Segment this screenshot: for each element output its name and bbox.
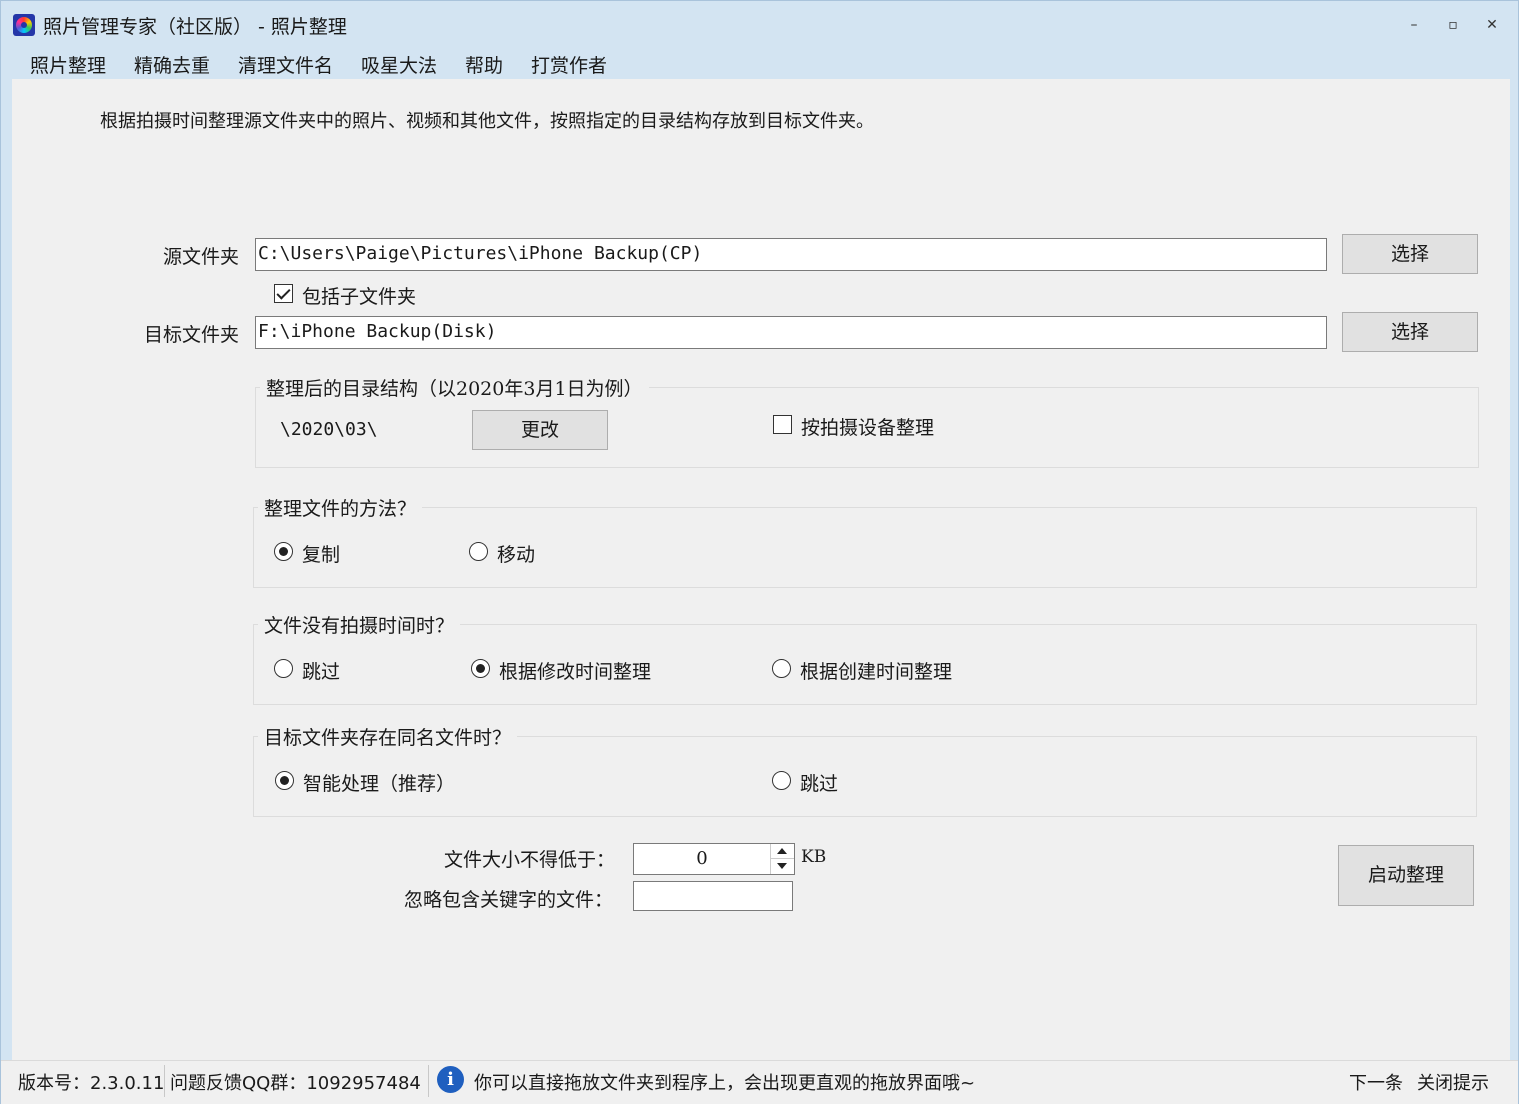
menu-clean-filenames[interactable]: 清理文件名 bbox=[238, 51, 333, 78]
method-copy-label: 复制 bbox=[302, 544, 341, 566]
method-move-radio[interactable] bbox=[469, 542, 488, 561]
change-structure-button[interactable]: 更改 bbox=[472, 410, 608, 450]
by-device-checkbox[interactable] bbox=[773, 415, 792, 434]
source-folder-input[interactable]: C:\Users\Paige\Pictures\iPhone Backup(CP… bbox=[255, 238, 1327, 271]
duplicate-group-title: 目标文件夹存在同名文件时？ bbox=[258, 723, 518, 750]
min-size-label: 文件大小不得低于： bbox=[444, 849, 616, 871]
menu-bar: 照片整理 精确去重 清理文件名 吸星大法 帮助 打赏作者 bbox=[1, 47, 1518, 79]
min-size-spinner[interactable]: 0 bbox=[633, 843, 795, 875]
close-tip-link[interactable]: 关闭提示 bbox=[1417, 1069, 1489, 1095]
min-size-unit: KB bbox=[801, 847, 827, 867]
arrow-up-icon bbox=[777, 848, 787, 854]
target-folder-input[interactable]: F:\iPhone Backup(Disk) bbox=[255, 316, 1327, 349]
no-time-created-radio[interactable] bbox=[772, 659, 791, 678]
app-logo-icon bbox=[13, 14, 35, 36]
duplicate-smart-label: 智能处理（推荐） bbox=[303, 773, 456, 795]
maximize-button[interactable]: ▫ bbox=[1435, 11, 1471, 39]
min-size-value[interactable]: 0 bbox=[634, 844, 770, 874]
ignore-keyword-input[interactable] bbox=[633, 881, 793, 911]
include-subfolders-label: 包括子文件夹 bbox=[302, 286, 417, 308]
status-bar: 版本号：2.3.0.11 问题反馈QQ群：1092957484 i 你可以直接拖… bbox=[1, 1060, 1518, 1104]
no-time-skip-label: 跳过 bbox=[302, 661, 341, 683]
target-choose-button[interactable]: 选择 bbox=[1342, 312, 1478, 352]
structure-group-title: 整理后的目录结构（以2020年3月1日为例） bbox=[260, 374, 649, 401]
no-time-modified-radio[interactable] bbox=[471, 659, 490, 678]
version-text: 版本号：2.3.0.11 bbox=[18, 1073, 165, 1094]
no-time-created-label: 根据创建时间整理 bbox=[800, 661, 953, 683]
start-organize-button[interactable]: 启动整理 bbox=[1338, 845, 1474, 906]
method-group bbox=[253, 507, 1477, 588]
source-choose-button[interactable]: 选择 bbox=[1342, 234, 1478, 274]
menu-photo-organize[interactable]: 照片整理 bbox=[30, 51, 106, 78]
method-group-title: 整理文件的方法？ bbox=[258, 494, 423, 521]
duplicate-skip-radio[interactable] bbox=[772, 771, 791, 790]
tip-text: 你可以直接拖放文件夹到程序上，会出现更直观的拖放界面哦~ bbox=[474, 1073, 976, 1094]
duplicate-skip-label: 跳过 bbox=[800, 773, 839, 795]
status-separator bbox=[164, 1065, 165, 1097]
structure-example: \2020\03\ bbox=[280, 419, 378, 440]
info-icon: i bbox=[437, 1066, 464, 1093]
app-window: 照片管理专家（社区版） - 照片整理 – ▫ ✕ 照片整理 精确去重 清理文件名… bbox=[0, 0, 1519, 1104]
source-folder-label: 源文件夹 bbox=[163, 246, 240, 268]
menu-absorb[interactable]: 吸星大法 bbox=[361, 51, 437, 78]
no-time-modified-label: 根据修改时间整理 bbox=[499, 661, 652, 683]
arrow-down-icon bbox=[777, 863, 787, 869]
close-button[interactable]: ✕ bbox=[1474, 11, 1510, 39]
target-folder-label: 目标文件夹 bbox=[144, 324, 240, 346]
menu-exact-dedupe[interactable]: 精确去重 bbox=[134, 51, 210, 78]
no-time-group-title: 文件没有拍摄时间时？ bbox=[258, 611, 461, 638]
next-tip-link[interactable]: 下一条 bbox=[1349, 1069, 1403, 1095]
method-copy-radio[interactable] bbox=[274, 542, 293, 561]
duplicate-smart-radio[interactable] bbox=[275, 771, 294, 790]
title-bar: 照片管理专家（社区版） - 照片整理 – ▫ ✕ bbox=[1, 1, 1518, 47]
menu-donate[interactable]: 打赏作者 bbox=[531, 51, 607, 78]
qq-group-text: 问题反馈QQ群：1092957484 bbox=[170, 1073, 421, 1094]
ignore-keyword-label: 忽略包含关键字的文件： bbox=[404, 889, 614, 911]
include-subfolders-checkbox[interactable] bbox=[274, 284, 293, 303]
minimize-button[interactable]: – bbox=[1396, 11, 1432, 39]
status-separator bbox=[428, 1065, 429, 1097]
menu-help[interactable]: 帮助 bbox=[465, 51, 503, 78]
method-move-label: 移动 bbox=[497, 544, 536, 566]
description-text: 根据拍摄时间整理源文件夹中的照片、视频和其他文件，按照指定的目录结构存放到目标文… bbox=[100, 111, 874, 132]
by-device-label: 按拍摄设备整理 bbox=[801, 417, 935, 439]
spin-down-button[interactable] bbox=[771, 859, 794, 874]
no-time-skip-radio[interactable] bbox=[274, 659, 293, 678]
spin-up-button[interactable] bbox=[771, 844, 794, 859]
window-title: 照片管理专家（社区版） - 照片整理 bbox=[43, 16, 347, 38]
